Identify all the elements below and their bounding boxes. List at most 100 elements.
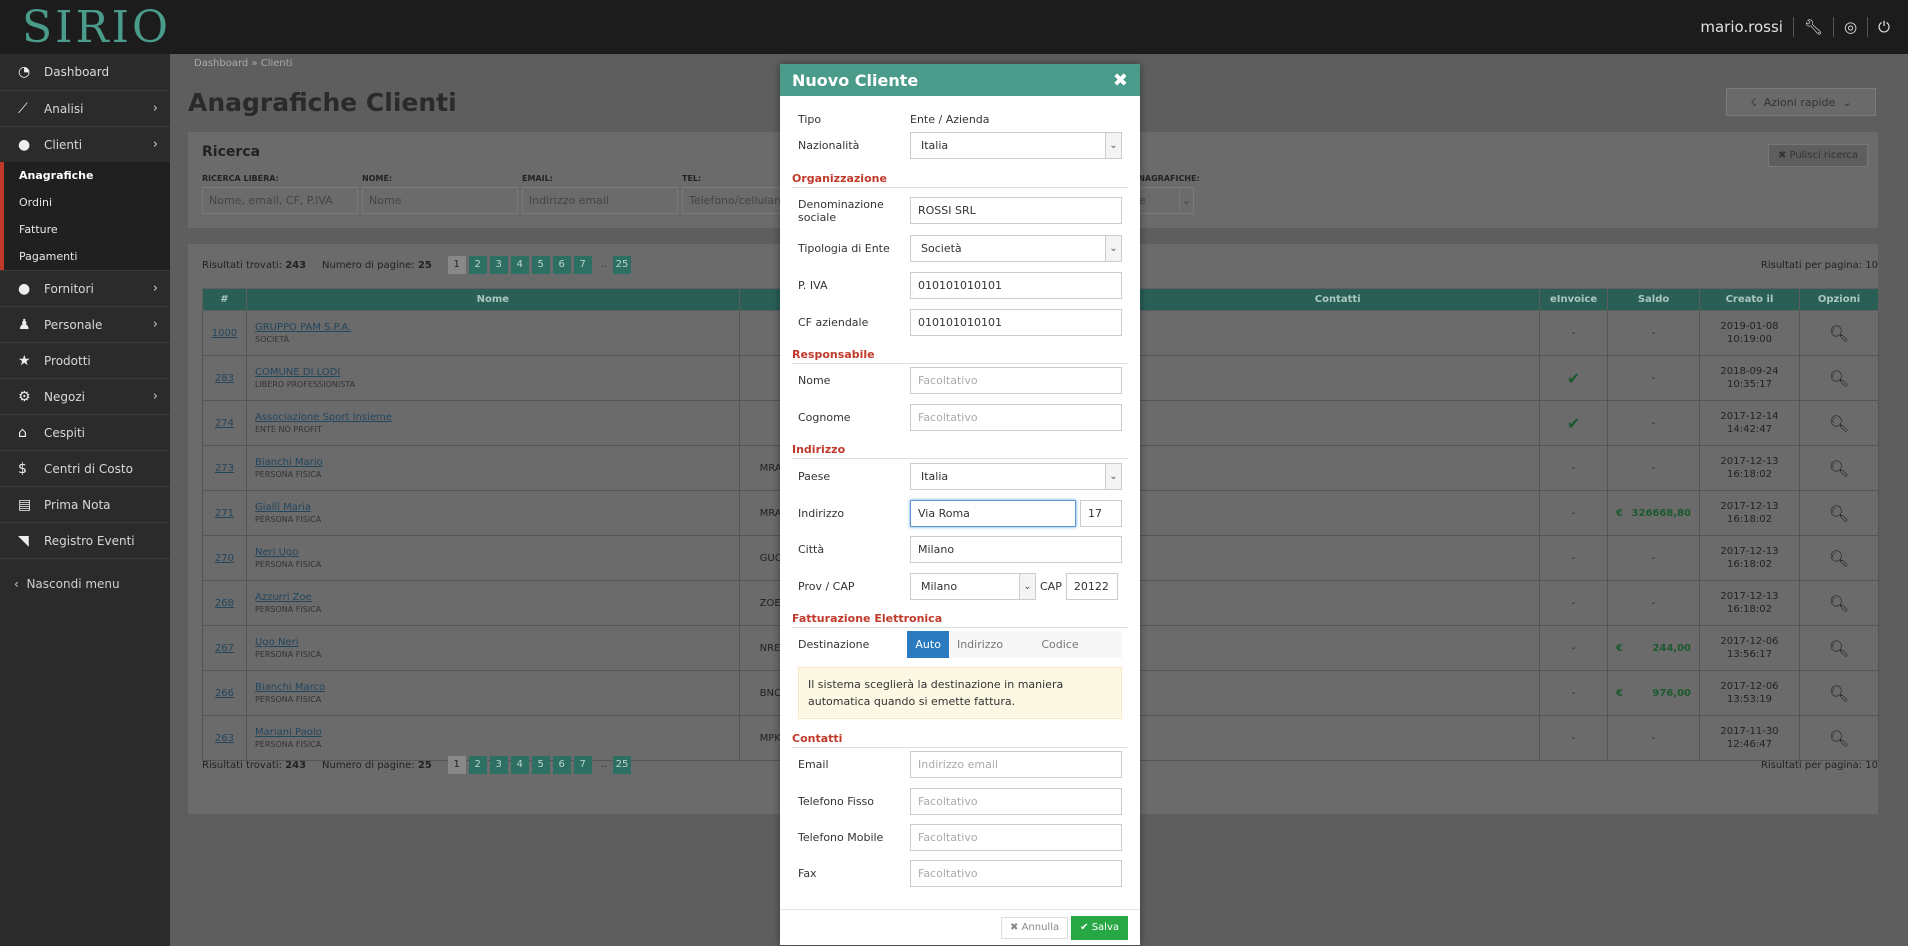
power-icon[interactable]: ⏻ <box>1878 18 1890 36</box>
cap-input[interactable]: 20122 <box>1065 573 1118 600</box>
submenu-item-ordini[interactable]: Ordini <box>4 189 170 216</box>
sidebar-item-personale[interactable]: ♟ Personale › <box>0 306 170 342</box>
cancel-button[interactable]: ✖ Annulla <box>1000 916 1069 939</box>
page-link[interactable]: 4 <box>510 756 529 774</box>
wrench-icon[interactable]: 🔧︎ <box>1804 18 1823 36</box>
search-icon[interactable]: 🔍︎ <box>1829 729 1849 748</box>
page-link[interactable]: 3 <box>489 256 508 274</box>
telefono-mobile-input[interactable]: Facoltativo <box>910 824 1122 851</box>
page-link[interactable]: 3 <box>489 756 508 774</box>
civico-input[interactable]: 17 <box>1080 500 1122 527</box>
client-id-link[interactable]: 263 <box>215 733 234 744</box>
submenu-item-anagrafiche[interactable]: Anagrafiche <box>4 162 170 189</box>
client-id-link[interactable]: 283 <box>215 373 234 384</box>
submenu-item-pagamenti[interactable]: Pagamenti <box>4 243 170 270</box>
page-link[interactable]: 1 <box>447 256 466 274</box>
client-name-link[interactable]: Associazione Sport Insieme <box>255 412 392 423</box>
column-header[interactable]: # <box>202 288 247 311</box>
client-name-link[interactable]: Bianchi Mario <box>255 457 323 468</box>
column-header[interactable]: Saldo <box>1607 288 1701 311</box>
page-link[interactable]: 25 <box>613 756 632 774</box>
page-link[interactable]: 6 <box>552 256 571 274</box>
client-id-link[interactable]: 1000 <box>212 328 237 339</box>
username[interactable]: mario.rossi <box>1700 18 1783 36</box>
nazionalita-select[interactable]: Italia ⌄ <box>910 132 1122 159</box>
client-id-link[interactable]: 266 <box>215 688 234 699</box>
cf-input[interactable]: 010101010101 <box>910 309 1122 336</box>
page-link[interactable]: 7 <box>573 256 592 274</box>
search-icon[interactable]: 🔍︎ <box>1829 324 1849 343</box>
hide-menu-button[interactable]: ‹ Nascondi menu <box>0 577 170 591</box>
page-link[interactable]: 5 <box>531 756 550 774</box>
search-icon[interactable]: 🔍︎ <box>1829 369 1849 388</box>
globe-icon[interactable]: ◎ <box>1844 18 1857 36</box>
page-link[interactable]: .. <box>601 259 607 270</box>
sidebar-item-prima-nota[interactable]: ▤ Prima Nota <box>0 486 170 522</box>
fax-input[interactable]: Facoltativo <box>910 860 1122 887</box>
type-select[interactable]: e ⌄ <box>1132 187 1194 214</box>
page-link[interactable]: 25 <box>613 256 632 274</box>
client-id-link[interactable]: 274 <box>215 418 234 429</box>
free-search-input[interactable]: Nome, email, CF, P.IVA <box>202 187 358 214</box>
sidebar-item-cespiti[interactable]: ⌂ Cespiti <box>0 414 170 450</box>
page-link[interactable]: 6 <box>552 756 571 774</box>
search-icon[interactable]: 🔍︎ <box>1829 594 1849 613</box>
sidebar-item-dashboard[interactable]: ◔ Dashboard <box>0 54 170 90</box>
submenu-item-fatture[interactable]: Fatture <box>4 216 170 243</box>
dest-auto-button[interactable]: Auto <box>907 631 949 658</box>
tipologia-select[interactable]: Società ⌄ <box>910 235 1122 262</box>
denominazione-input[interactable]: ROSSI SRL <box>910 197 1122 224</box>
search-icon[interactable]: 🔍︎ <box>1829 549 1849 568</box>
citta-input[interactable]: Milano <box>910 536 1122 563</box>
client-name-link[interactable]: GRUPPO PAM S.P.A. <box>255 322 351 333</box>
quick-actions-button[interactable]: ☇ Azioni rapide ⌄ <box>1726 88 1876 116</box>
client-id-link[interactable]: 270 <box>215 553 234 564</box>
page-link[interactable]: .. <box>601 759 607 770</box>
dest-pec-button[interactable]: Indirizzo PEC <box>948 631 1034 678</box>
page-link[interactable]: 7 <box>573 756 592 774</box>
clear-search-button[interactable]: ✖ Pulisci ricerca <box>1767 144 1868 167</box>
client-name-link[interactable]: Mariani Paolo <box>255 727 322 738</box>
close-icon[interactable]: ✖ <box>1113 70 1128 91</box>
search-icon[interactable]: 🔍︎ <box>1829 684 1849 703</box>
telefono-fisso-input[interactable]: Facoltativo <box>910 788 1122 815</box>
app-logo[interactable]: SIRIO <box>0 0 170 54</box>
column-header[interactable]: Contatti <box>1135 288 1541 311</box>
sidebar-item-negozi[interactable]: ⚙ Negozi › <box>0 378 170 414</box>
sidebar-item-fornitori[interactable]: ● Fornitori › <box>0 270 170 306</box>
client-id-link[interactable]: 268 <box>215 598 234 609</box>
client-name-link[interactable]: Neri Ugo <box>255 547 299 558</box>
save-button[interactable]: ✔ Salva <box>1071 915 1128 940</box>
sidebar-item-prodotti[interactable]: ★ Prodotti <box>0 342 170 378</box>
search-icon[interactable]: 🔍︎ <box>1829 504 1849 523</box>
page-link[interactable]: 2 <box>468 756 487 774</box>
column-header[interactable]: Creato il <box>1699 288 1800 311</box>
search-icon[interactable]: 🔍︎ <box>1829 639 1849 658</box>
client-name-link[interactable]: COMUNE DI LODI <box>255 367 340 378</box>
email-search-input[interactable]: Indirizzo email <box>522 187 678 214</box>
column-header[interactable]: eInvoice <box>1539 288 1609 311</box>
name-search-input[interactable]: Nome <box>362 187 518 214</box>
sidebar-item-clienti[interactable]: ● Clienti › <box>0 126 170 162</box>
piva-input[interactable]: 010101010101 <box>910 272 1122 299</box>
search-icon[interactable]: 🔍︎ <box>1829 414 1849 433</box>
breadcrumb[interactable]: Dashboard » Clienti <box>194 58 292 69</box>
page-link[interactable]: 4 <box>510 256 529 274</box>
page-link[interactable]: 2 <box>468 256 487 274</box>
sidebar-item-registro-eventi[interactable]: ◥ Registro Eventi <box>0 522 170 558</box>
column-header[interactable]: Opzioni <box>1798 288 1880 311</box>
search-icon[interactable]: 🔍︎ <box>1829 459 1849 478</box>
cognome-input[interactable]: Facoltativo <box>910 404 1122 431</box>
client-id-link[interactable]: 271 <box>215 508 234 519</box>
paese-select[interactable]: Italia ⌄ <box>910 463 1122 490</box>
column-header[interactable]: Nome <box>245 288 740 311</box>
client-id-link[interactable]: 273 <box>215 463 234 474</box>
client-name-link[interactable]: Bianchi Marco <box>255 682 325 693</box>
client-id-link[interactable]: 267 <box>215 643 234 654</box>
sidebar-item-analisi[interactable]: ⟋ Analisi › <box>0 90 170 126</box>
dest-codice-button[interactable]: Codice Ufficio <box>1033 631 1122 678</box>
nome-input[interactable]: Facoltativo <box>910 367 1122 394</box>
indirizzo-input[interactable]: Via Roma <box>910 500 1076 527</box>
client-name-link[interactable]: Gialli Maria <box>255 502 311 513</box>
page-link[interactable]: 1 <box>447 756 466 774</box>
